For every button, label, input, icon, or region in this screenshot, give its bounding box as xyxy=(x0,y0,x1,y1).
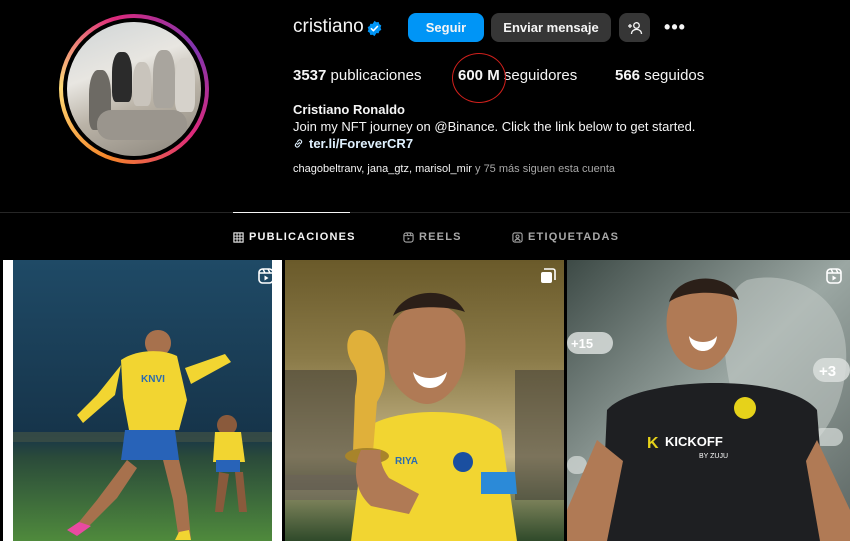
shirt-subtext: BY ZUJU xyxy=(699,453,728,460)
reels-icon xyxy=(403,231,414,243)
tabs-divider xyxy=(0,212,850,213)
tab-label: REELS xyxy=(419,231,462,243)
profile-avatar-ring[interactable] xyxy=(59,14,209,164)
following-label: seguidos xyxy=(644,67,705,84)
post-tile[interactable]: +15 +3 15 K KICKOFF BY ZUJU xyxy=(567,260,850,541)
link-icon xyxy=(294,139,303,148)
more-options-button[interactable]: ••• xyxy=(660,13,690,42)
following-stat[interactable]: 566 seguidos xyxy=(615,67,704,84)
post-image: KNVI xyxy=(13,260,272,541)
add-person-icon xyxy=(627,21,642,34)
following-count: 566 xyxy=(615,67,641,84)
followed-by[interactable]: chagobeltranv, jana_gtz, marisol_mir y 7… xyxy=(293,163,615,175)
send-message-button[interactable]: Enviar mensaje xyxy=(491,13,611,42)
tagged-icon xyxy=(512,231,523,243)
jersey-text: KNVI xyxy=(141,374,165,385)
tab-publicaciones[interactable]: PUBLICACIONES xyxy=(233,231,356,243)
tab-label: ETIQUETADAS xyxy=(528,231,620,243)
svg-text:K: K xyxy=(647,435,659,452)
shirt-text: KICKOFF xyxy=(665,434,723,449)
jersey-text: RIYA xyxy=(395,456,418,467)
reel-icon xyxy=(258,268,274,284)
bio-link-text: ter.li/ForeverCR7 xyxy=(309,136,414,151)
followed-by-names: chagobeltranv, jana_gtz, marisol_mir xyxy=(293,163,472,175)
follow-button[interactable]: Seguir xyxy=(408,13,484,42)
followers-label: seguidores xyxy=(503,67,578,84)
annotation-circle xyxy=(452,53,506,103)
carousel-icon xyxy=(541,268,556,283)
post-image: RIYA xyxy=(285,260,564,541)
posts-count: 3537 xyxy=(293,67,327,84)
tab-label: PUBLICACIONES xyxy=(249,231,356,243)
bio-link[interactable]: ter.li/ForeverCR7 xyxy=(293,136,413,151)
suggested-accounts-button[interactable] xyxy=(619,13,650,42)
grid-icon xyxy=(233,231,244,243)
verified-badge-icon xyxy=(367,20,382,37)
reel-icon xyxy=(826,268,842,284)
bio-text: Join my NFT journey on @Binance. Click t… xyxy=(293,119,696,134)
posts-stat: 3537 publicaciones xyxy=(293,67,421,84)
points-badge: +15 xyxy=(571,336,593,351)
post-tile[interactable]: KNVI xyxy=(3,260,282,541)
tab-etiquetadas[interactable]: ETIQUETADAS xyxy=(512,231,619,243)
posts-label: publicaciones xyxy=(330,67,422,84)
tab-reels[interactable]: REELS xyxy=(403,231,462,243)
active-tab-indicator xyxy=(233,212,350,213)
full-name: Cristiano Ronaldo xyxy=(293,102,405,117)
username: cristiano xyxy=(293,16,364,37)
points-badge: +3 xyxy=(819,363,836,380)
followed-by-rest: y 75 más siguen esta cuenta xyxy=(471,163,616,175)
post-tile[interactable]: RIYA xyxy=(285,260,564,541)
avatar xyxy=(67,22,201,156)
post-image: +15 +3 15 K KICKOFF BY ZUJU xyxy=(567,260,850,541)
